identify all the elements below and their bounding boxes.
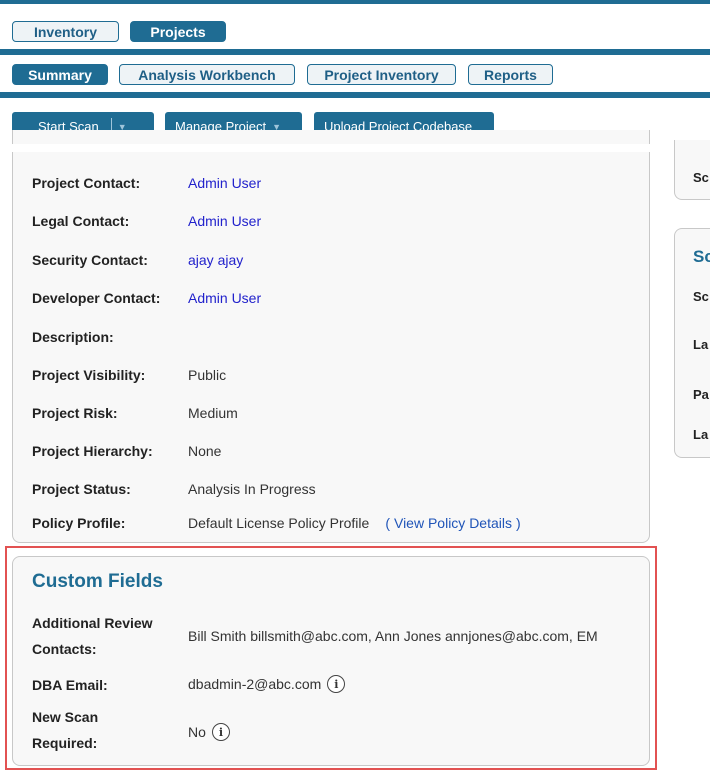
detail-value: Medium <box>188 405 238 421</box>
right-panel-label: La <box>693 427 709 442</box>
detail-row-description: Description: <box>32 327 188 347</box>
label-line: Required: <box>32 735 98 751</box>
right-panel-scan: Sc Sc La Pa La <box>674 228 710 458</box>
label-line: Additional Review <box>32 615 153 631</box>
right-panel-title: Sc <box>693 247 710 266</box>
tab-projects[interactable]: Projects <box>130 21 226 42</box>
right-panel-label: Sc <box>693 170 709 185</box>
detail-row-legal-contact: Legal Contact: Admin User <box>32 211 261 231</box>
custom-field-label: New Scan Required: <box>32 704 172 756</box>
label-line: Contacts: <box>32 641 97 657</box>
paren-open: ( <box>385 515 390 531</box>
detail-label: Project Risk: <box>32 405 118 421</box>
detail-row-risk: Project Risk: Medium <box>32 403 238 423</box>
main-tab-bar: Inventory Projects <box>0 21 710 55</box>
legal-contact-link[interactable]: Admin User <box>188 213 261 229</box>
sub-tab-bar: Summary Analysis Workbench Project Inven… <box>0 64 710 98</box>
detail-row-developer-contact: Developer Contact: Admin User <box>32 288 261 308</box>
sub-tab-bar-rule <box>0 92 710 98</box>
detail-row-visibility: Project Visibility: Public <box>32 365 226 385</box>
right-panel-top: Sc <box>674 140 710 200</box>
security-contact-link[interactable]: ajay ajay <box>188 252 243 268</box>
detail-label: Project Visibility: <box>32 367 146 383</box>
detail-value: Analysis In Progress <box>188 481 316 497</box>
developer-contact-link[interactable]: Admin User <box>188 290 261 306</box>
right-panel-label: Pa <box>693 387 709 402</box>
detail-label: Project Contact: <box>32 175 141 191</box>
detail-row-security-contact: Security Contact: ajay ajay <box>32 250 243 270</box>
tab-analysis-workbench[interactable]: Analysis Workbench <box>119 64 295 85</box>
tab-summary[interactable]: Summary <box>12 64 108 85</box>
detail-row-status: Project Status: Analysis In Progress <box>32 479 316 499</box>
scroll-clip <box>0 144 710 152</box>
right-panel-label: Sc <box>693 289 709 304</box>
detail-row-policy-profile: Policy Profile: Default License Policy P… <box>32 513 521 533</box>
detail-row-project-contact: Project Contact: Admin User <box>32 173 261 193</box>
custom-field-value: dbadmin-2@abc.com i <box>188 675 346 693</box>
tab-reports[interactable]: Reports <box>468 64 553 85</box>
custom-field-label: DBA Email: <box>32 677 108 693</box>
custom-field-value: No i <box>188 723 230 741</box>
custom-field-label: Additional Review Contacts: <box>32 610 172 662</box>
tab-project-inventory[interactable]: Project Inventory <box>307 64 456 85</box>
new-scan-required-value: No <box>188 724 206 740</box>
view-policy-details-link[interactable]: View Policy Details <box>394 515 512 531</box>
detail-row-hierarchy: Project Hierarchy: None <box>32 441 221 461</box>
detail-label: Policy Profile: <box>32 515 126 531</box>
detail-value: Default License Policy Profile <box>188 515 370 531</box>
custom-field-value: Bill Smith billsmith@abc.com, Ann Jones … <box>188 628 598 644</box>
detail-label: Developer Contact: <box>32 290 161 306</box>
detail-value: None <box>188 443 222 459</box>
right-panel-label: La <box>693 337 709 352</box>
tab-inventory[interactable]: Inventory <box>12 21 119 42</box>
info-icon[interactable]: i <box>211 723 230 741</box>
detail-label: Project Status: <box>32 481 131 497</box>
custom-fields-title: Custom Fields <box>32 571 163 592</box>
dba-email-value: dbadmin-2@abc.com <box>188 676 322 692</box>
tab-bar-rule <box>0 49 710 55</box>
detail-label: Legal Contact: <box>32 213 130 229</box>
detail-label: Project Hierarchy: <box>32 443 153 459</box>
detail-label: Description: <box>32 329 114 345</box>
paren-close: ) <box>516 515 521 531</box>
label-line: New Scan <box>32 709 99 725</box>
detail-value: Public <box>188 367 227 383</box>
additional-review-contacts-value: Bill Smith billsmith@abc.com, Ann Jones … <box>188 628 598 644</box>
top-accent-bar <box>0 0 710 4</box>
detail-label: Security Contact: <box>32 252 148 268</box>
project-contact-link[interactable]: Admin User <box>188 175 261 191</box>
info-icon[interactable]: i <box>327 675 346 693</box>
